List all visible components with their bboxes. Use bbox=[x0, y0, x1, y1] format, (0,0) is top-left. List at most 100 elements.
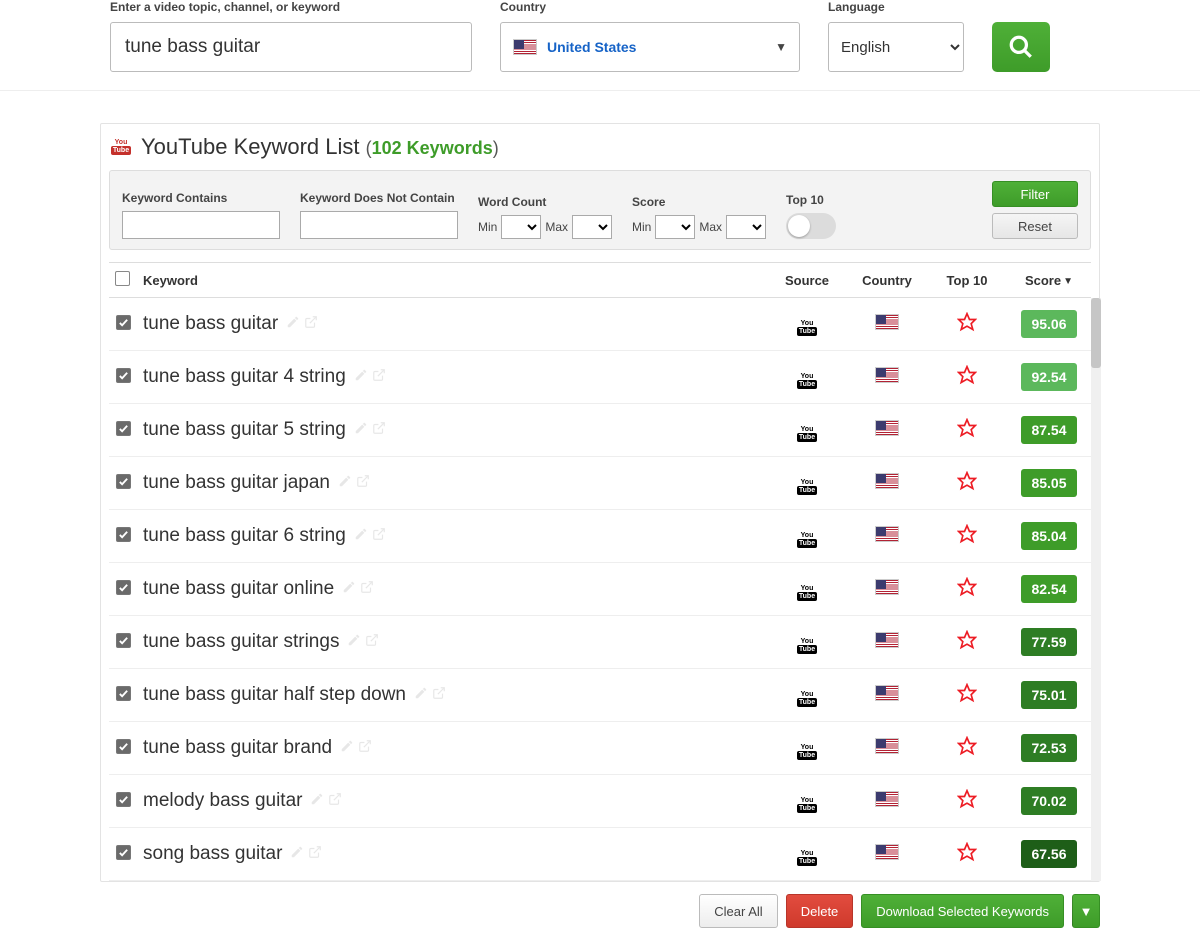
source-youtube-icon: YouTube bbox=[797, 479, 817, 495]
row-checkbox[interactable] bbox=[116, 368, 131, 383]
edit-icon[interactable] bbox=[290, 843, 304, 865]
row-checkbox[interactable] bbox=[116, 739, 131, 754]
edit-icon[interactable] bbox=[354, 366, 368, 388]
header-country[interactable]: Country bbox=[847, 263, 927, 298]
external-link-icon[interactable] bbox=[358, 737, 372, 759]
external-link-icon[interactable] bbox=[365, 631, 379, 653]
table-row: tune bass guitar half step downYouTube75… bbox=[109, 669, 1091, 722]
external-link-icon[interactable] bbox=[328, 790, 342, 812]
panel-title: YouTube Keyword List (102 Keywords) bbox=[141, 134, 499, 160]
score-max-select[interactable] bbox=[726, 215, 766, 239]
score-pill: 77.59 bbox=[1021, 628, 1077, 656]
header-top10[interactable]: Top 10 bbox=[927, 263, 1007, 298]
keyword-panel: YouTube YouTube Keyword List (102 Keywor… bbox=[100, 123, 1100, 882]
source-youtube-icon: YouTube bbox=[797, 691, 817, 707]
download-dropdown-button[interactable]: ▼ bbox=[1072, 894, 1100, 928]
score-pill: 72.53 bbox=[1021, 734, 1077, 762]
row-checkbox[interactable] bbox=[116, 792, 131, 807]
select-all-checkbox[interactable] bbox=[115, 271, 130, 286]
star-icon bbox=[957, 478, 977, 495]
topic-label: Enter a video topic, channel, or keyword bbox=[110, 0, 472, 14]
sort-desc-icon: ▼ bbox=[1063, 276, 1073, 287]
country-select[interactable]: United States ▼ bbox=[500, 22, 800, 72]
external-link-icon[interactable] bbox=[372, 419, 386, 441]
us-flag-icon bbox=[875, 420, 899, 436]
edit-icon[interactable] bbox=[354, 525, 368, 547]
language-select[interactable]: English bbox=[828, 22, 964, 72]
search-button[interactable] bbox=[992, 22, 1050, 72]
keyword-cell: tune bass guitar bbox=[143, 313, 761, 335]
keyword-text: tune bass guitar strings bbox=[143, 631, 339, 653]
download-button[interactable]: Download Selected Keywords bbox=[861, 894, 1064, 928]
clear-all-button[interactable]: Clear All bbox=[699, 894, 777, 928]
edit-icon[interactable] bbox=[354, 419, 368, 441]
edit-icon[interactable] bbox=[340, 737, 354, 759]
delete-button[interactable]: Delete bbox=[786, 894, 854, 928]
table-row: tune bass guitar onlineYouTube82.54 bbox=[109, 563, 1091, 616]
filter-wordcount-label: Word Count bbox=[478, 195, 612, 209]
keyword-text: song bass guitar bbox=[143, 843, 282, 865]
country-selected: United States bbox=[547, 39, 636, 55]
reset-button[interactable]: Reset bbox=[992, 213, 1078, 239]
filter-contains: Keyword Contains bbox=[122, 191, 280, 239]
us-flag-icon bbox=[875, 738, 899, 754]
edit-icon[interactable] bbox=[310, 790, 324, 812]
row-checkbox[interactable] bbox=[116, 845, 131, 860]
us-flag-icon bbox=[875, 791, 899, 807]
score-min-select[interactable] bbox=[655, 215, 695, 239]
wc-min-select[interactable] bbox=[501, 215, 541, 239]
row-checkbox[interactable] bbox=[116, 633, 131, 648]
row-checkbox[interactable] bbox=[116, 580, 131, 595]
row-checkbox[interactable] bbox=[116, 527, 131, 542]
table-row: tune bass guitar 6 stringYouTube85.04 bbox=[109, 510, 1091, 563]
table-row: tune bass guitar strings YouTube 77.59 bbox=[109, 616, 1091, 669]
header-keyword[interactable]: Keyword bbox=[137, 263, 767, 298]
star-icon bbox=[957, 425, 977, 442]
external-link-icon[interactable] bbox=[356, 472, 370, 494]
star-icon bbox=[957, 849, 977, 866]
source-youtube-icon: YouTube bbox=[797, 638, 817, 654]
row-checkbox[interactable] bbox=[116, 421, 131, 436]
topic-input[interactable] bbox=[110, 22, 472, 72]
edit-icon[interactable] bbox=[338, 472, 352, 494]
external-link-icon[interactable] bbox=[432, 684, 446, 706]
row-checkbox[interactable] bbox=[116, 315, 131, 330]
language-field: Language English bbox=[828, 0, 964, 72]
score-min-label: Min bbox=[632, 220, 651, 234]
us-flag-icon bbox=[513, 39, 537, 55]
external-link-icon[interactable] bbox=[372, 366, 386, 388]
filter-notcontain-label: Keyword Does Not Contain bbox=[300, 191, 458, 205]
score-pill: 85.04 bbox=[1021, 522, 1077, 550]
header-source[interactable]: Source bbox=[767, 263, 847, 298]
filter-contains-input[interactable] bbox=[122, 211, 280, 239]
us-flag-icon bbox=[875, 367, 899, 383]
panel-title-text: YouTube Keyword List bbox=[141, 134, 360, 159]
footer-actions: Clear All Delete Download Selected Keywo… bbox=[0, 882, 1200, 946]
filter-score-label: Score bbox=[632, 195, 766, 209]
filter-button[interactable]: Filter bbox=[992, 181, 1078, 207]
top10-toggle[interactable] bbox=[786, 213, 836, 239]
external-link-icon[interactable] bbox=[360, 578, 374, 600]
external-link-icon[interactable] bbox=[372, 525, 386, 547]
filter-bar: Keyword Contains Keyword Does Not Contai… bbox=[109, 170, 1091, 250]
score-pill: 95.06 bbox=[1021, 310, 1077, 338]
scrollbar-thumb[interactable] bbox=[1091, 298, 1101, 368]
keyword-cell: tune bass guitar strings bbox=[143, 631, 761, 653]
edit-icon[interactable] bbox=[286, 313, 300, 335]
edit-icon[interactable] bbox=[342, 578, 356, 600]
edit-icon[interactable] bbox=[347, 631, 361, 653]
external-link-icon[interactable] bbox=[304, 313, 318, 335]
score-pill: 75.01 bbox=[1021, 681, 1077, 709]
table-row: tune bass guitar 5 stringYouTube87.54 bbox=[109, 404, 1091, 457]
filter-notcontain-input[interactable] bbox=[300, 211, 458, 239]
row-checkbox[interactable] bbox=[116, 686, 131, 701]
filter-top10: Top 10 bbox=[786, 193, 836, 239]
score-pill: 70.02 bbox=[1021, 787, 1077, 815]
wc-max-select[interactable] bbox=[572, 215, 612, 239]
scrollbar-track[interactable] bbox=[1091, 298, 1101, 881]
source-youtube-icon: YouTube bbox=[797, 585, 817, 601]
row-checkbox[interactable] bbox=[116, 474, 131, 489]
edit-icon[interactable] bbox=[414, 684, 428, 706]
external-link-icon[interactable] bbox=[308, 843, 322, 865]
header-score[interactable]: Score▼ bbox=[1007, 263, 1091, 298]
